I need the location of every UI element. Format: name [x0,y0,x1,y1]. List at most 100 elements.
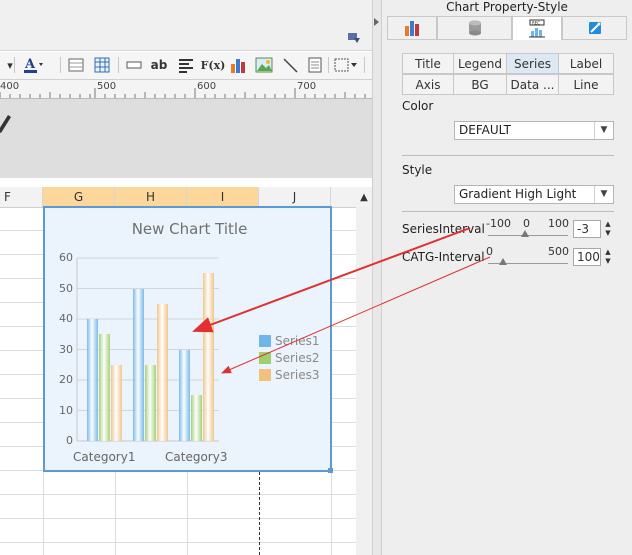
border-icon[interactable] [66,55,86,75]
spin-up-icon[interactable]: ▲ [602,220,614,229]
column-header-g[interactable]: G [43,187,115,207]
catg-interval-input[interactable]: 100 [573,248,601,266]
series-interval-input[interactable]: -3 [573,220,601,238]
chart-bar[interactable] [87,319,98,441]
legend-swatch [259,369,271,381]
toolbar-top-area [0,0,372,51]
dropdown-arrow-icon[interactable]: ▾ [0,55,20,75]
y-tick-label: 0 [66,434,73,447]
chart-bar[interactable] [145,364,156,441]
column-header-f[interactable]: F [0,187,43,207]
subtab-line[interactable]: Line [558,74,614,95]
series-interval-stepper[interactable]: ▲ ▼ [602,220,614,238]
collapse-icon[interactable] [348,32,360,43]
subtab-legend[interactable]: Legend [453,53,507,74]
legend-label: Series1 [275,334,320,348]
subtab-data[interactable]: Data ... [506,74,559,95]
chart-object[interactable]: New Chart Title 0 10 20 30 40 50 60 Category1 … [43,206,333,473]
field-icon[interactable] [124,55,144,75]
style-select-value: Gradient High Light [459,187,577,201]
chevron-down-icon[interactable]: ▼ [594,122,613,139]
column-header-h[interactable]: H [115,187,187,207]
column-header-i[interactable]: I [187,187,259,207]
image-icon[interactable] [254,55,274,75]
slider-min-label: -100 [486,217,511,230]
scroll-up-icon[interactable]: ▲ [356,187,372,207]
chart-bar[interactable] [203,273,214,441]
catg-interval-label: CATG-Interval [402,250,485,264]
ruler-mark: 500 [97,81,117,92]
function-icon[interactable]: F(x) [201,55,226,75]
table-icon[interactable] [92,55,112,75]
x-tick-label: Category1 [73,450,136,464]
spin-down-icon[interactable]: ▼ [602,257,614,266]
text-ab-icon[interactable]: ab [149,55,169,75]
chart-bar[interactable] [157,303,168,441]
y-tick-label: 20 [59,373,73,386]
subtab-title[interactable]: Title [402,53,454,74]
chart-type-icon [405,21,419,36]
svg-text:REC: REC [532,20,540,25]
series-interval-thumb[interactable] [521,230,529,237]
color-select-value: DEFAULT [459,123,511,137]
legend-item: Series1 [259,334,320,348]
chart-bar[interactable] [179,349,190,441]
color-select[interactable]: DEFAULT ▼ [454,121,614,140]
y-tick-label: 50 [59,281,73,295]
spin-down-icon[interactable]: ▼ [602,229,614,238]
vertical-scrollbar[interactable] [356,207,372,555]
svg-text:A: A [24,57,36,72]
legend-swatch [259,335,271,347]
line-icon[interactable] [280,55,300,75]
formatting-toolbar: ▾ A ab F(x) [0,52,372,79]
subtab-series[interactable]: Series [506,53,559,74]
catg-interval-thumb[interactable] [499,258,507,265]
chart-property-panel: Chart Property-Style REC Title Legend Se… [382,0,632,555]
legend-item: Series2 [259,351,320,365]
subtab-label[interactable]: Label [558,53,614,74]
slider-min-label: 0 [486,245,493,258]
legend-item: Series3 [259,368,320,382]
column-header-j[interactable]: J [259,187,331,207]
resize-handle[interactable] [328,468,333,473]
doc-icon[interactable] [305,55,325,75]
chart-bar[interactable] [111,364,122,441]
spin-up-icon[interactable]: ▲ [602,248,614,257]
legend-label: Series2 [275,351,320,365]
font-color-icon[interactable]: A [20,55,44,75]
y-tick-label: 30 [59,342,73,356]
ruler-mark: 600 [197,81,217,92]
panel-splitter[interactable] [372,0,382,555]
chart-bar[interactable] [133,288,144,441]
legend-label: Series3 [275,368,320,382]
chart-icon[interactable] [228,55,248,75]
chevron-down-icon[interactable]: ▼ [594,186,613,203]
tab-data[interactable] [437,16,512,40]
x-tick-label: Category3 [165,450,228,464]
catg-interval-stepper[interactable]: ▲ ▼ [602,248,614,266]
frame-icon[interactable] [334,55,358,75]
style-label: Style [402,163,433,177]
tab-chart-type[interactable] [387,16,437,40]
wand-icon [588,22,601,34]
tab-effects[interactable] [562,16,627,40]
chart-bar[interactable] [191,395,202,441]
ruler-mark: 700 [297,81,317,92]
tab-style[interactable]: REC [512,16,562,40]
slider-max-label: 500 [548,245,569,258]
y-tick-label: 40 [59,312,73,325]
pen-icon[interactable] [0,111,12,133]
subtab-bg[interactable]: BG [453,74,507,95]
style-select[interactable]: Gradient High Light ▼ [454,185,614,204]
slider-max-label: 100 [548,217,569,230]
ruler-mark: 400 [0,81,20,92]
align-icon[interactable] [176,55,196,75]
expand-arrow-icon[interactable] [374,18,379,26]
report-designer-canvas: ▾ A ab F(x) 400 500 600 700 F G H I J ▲ … [0,0,372,555]
column-headers: F G H I J [0,187,356,208]
chart-bar[interactable] [99,334,110,441]
subtab-axis[interactable]: Axis [402,74,454,95]
legend-swatch [259,352,271,364]
page-header-band [0,98,372,179]
panel-title: Chart Property-Style [446,0,568,14]
